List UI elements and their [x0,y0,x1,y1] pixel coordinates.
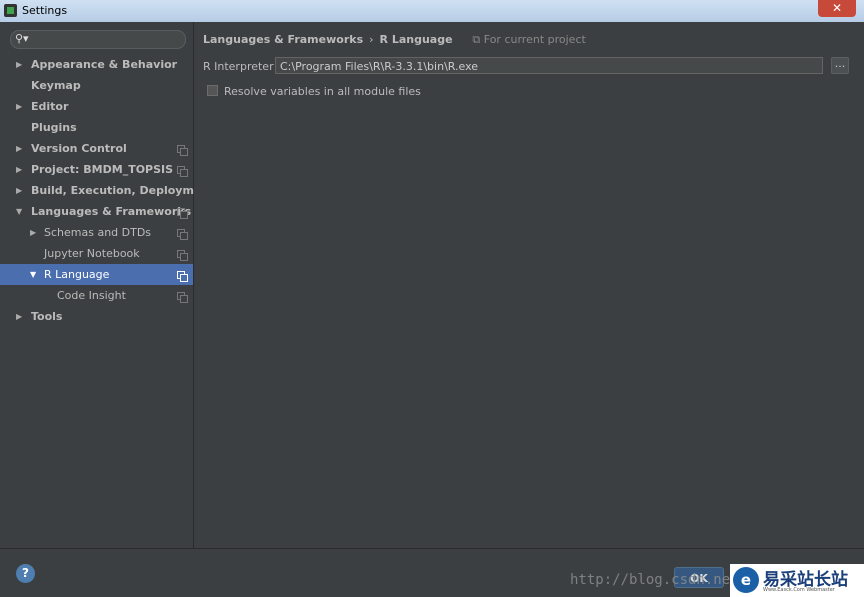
interpreter-path-field[interactable]: C:\Program Files\R\R-3.3.1\bin\R.exe [275,57,823,74]
project-scope-icon [177,271,188,282]
tree-item-label: Editor [31,100,69,113]
collapse-arrow-icon[interactable]: ▼ [30,264,40,285]
resolve-variables-label[interactable]: Resolve variables in all module files [224,85,421,98]
window-title: Settings [22,4,68,17]
tree-item-label: R Language [44,268,110,281]
title-bar: Settings ✕ [0,0,864,22]
expand-arrow-icon[interactable]: ▶ [16,54,26,75]
tree-item-label: Jupyter Notebook [44,247,140,260]
collapse-arrow-icon[interactable]: ▼ [16,201,26,222]
breadcrumb: Languages & Frameworks › R Language ⧉ For … [203,33,586,47]
search-icon: ⚲▾ [15,32,29,45]
tree-item-plugins[interactable]: Plugins [0,117,193,138]
tree-item-label: Schemas and DTDs [44,226,152,239]
tree-item-code-insight[interactable]: Code Insight [0,285,193,306]
tree-item-build[interactable]: ▶ Build, Execution, Deployment [0,180,214,201]
tree-item-label: Tools [31,310,63,323]
breadcrumb-parent[interactable]: Languages & Frameworks [203,33,363,46]
site-logo: e 易采站长站 Www.Easck.Com Webmaster [730,564,864,597]
breadcrumb-current: R Language [379,33,453,46]
expand-arrow-icon[interactable]: ▶ [16,306,26,327]
tree-item-keymap[interactable]: Keymap [0,75,193,96]
expand-arrow-icon[interactable]: ▶ [30,222,40,243]
tree-item-version-control[interactable]: ▶ Version Control [0,138,193,159]
project-scope-icon [177,145,188,156]
browse-button[interactable]: ... [831,57,849,74]
tree-item-label: Appearance & Behavior [31,58,178,71]
interpreter-label: R Interpreter : [203,60,281,73]
app-icon [4,4,17,17]
tree-item-editor[interactable]: ▶ Editor [0,96,193,117]
tree-item-languages[interactable]: ▼ Languages & Frameworks [0,201,193,222]
tree-item-label: Keymap [31,79,81,92]
project-scope-icon [177,208,188,219]
logo-mark-icon: e [733,567,759,593]
tree-item-r-language[interactable]: ▼ R Language [0,264,193,285]
breadcrumb-separator: › [369,33,374,46]
project-scope-icon [177,292,188,303]
expand-arrow-icon[interactable]: ▶ [16,159,26,180]
close-button[interactable]: ✕ [818,0,856,17]
tree-item-jupyter[interactable]: Jupyter Notebook [0,243,193,264]
expand-arrow-icon[interactable]: ▶ [16,180,26,201]
tree-item-label: Version Control [31,142,127,155]
tree-item-label: Code Insight [57,289,126,302]
tree-item-label: Plugins [31,121,77,134]
tree-item-project[interactable]: ▶ Project: BMDM_TOPSIS [0,159,193,180]
scope-note: ⧉ For current project [472,33,585,46]
project-scope-icon [177,250,188,261]
project-scope-icon: ⧉ [472,33,484,46]
watermark-text: http://blog.csdn.ne [570,572,731,588]
project-scope-icon [177,166,188,177]
logo-subtext: Www.Easck.Com Webmaster [763,587,835,593]
tree-item-tools[interactable]: ▶ Tools [0,306,193,327]
settings-tree: ▶ Appearance & Behavior Keymap ▶ Editor … [0,54,214,327]
project-scope-icon [177,229,188,240]
settings-sidebar: ⚲▾ ▶ Appearance & Behavior Keymap ▶ Edit… [0,22,214,548]
settings-content: Languages & Frameworks › R Language ⧉ For … [194,22,864,548]
tree-item-label: Project: BMDM_TOPSIS [31,163,174,176]
scope-label: For current project [483,33,586,46]
tree-item-schemas[interactable]: ▶ Schemas and DTDs [0,222,193,243]
tree-item-label: Build, Execution, Deployment [31,184,215,197]
tree-item-label: Languages & Frameworks [31,205,192,218]
expand-arrow-icon[interactable]: ▶ [16,138,26,159]
help-button[interactable]: ? [16,564,35,583]
resolve-variables-checkbox[interactable] [207,85,218,96]
expand-arrow-icon[interactable]: ▶ [16,96,26,117]
tree-item-appearance[interactable]: ▶ Appearance & Behavior [0,54,193,75]
search-input[interactable]: ⚲▾ [10,30,186,49]
dialog-footer: ? OK http://blog.csdn.ne e 易采站长站 Www.Eas… [0,548,864,597]
